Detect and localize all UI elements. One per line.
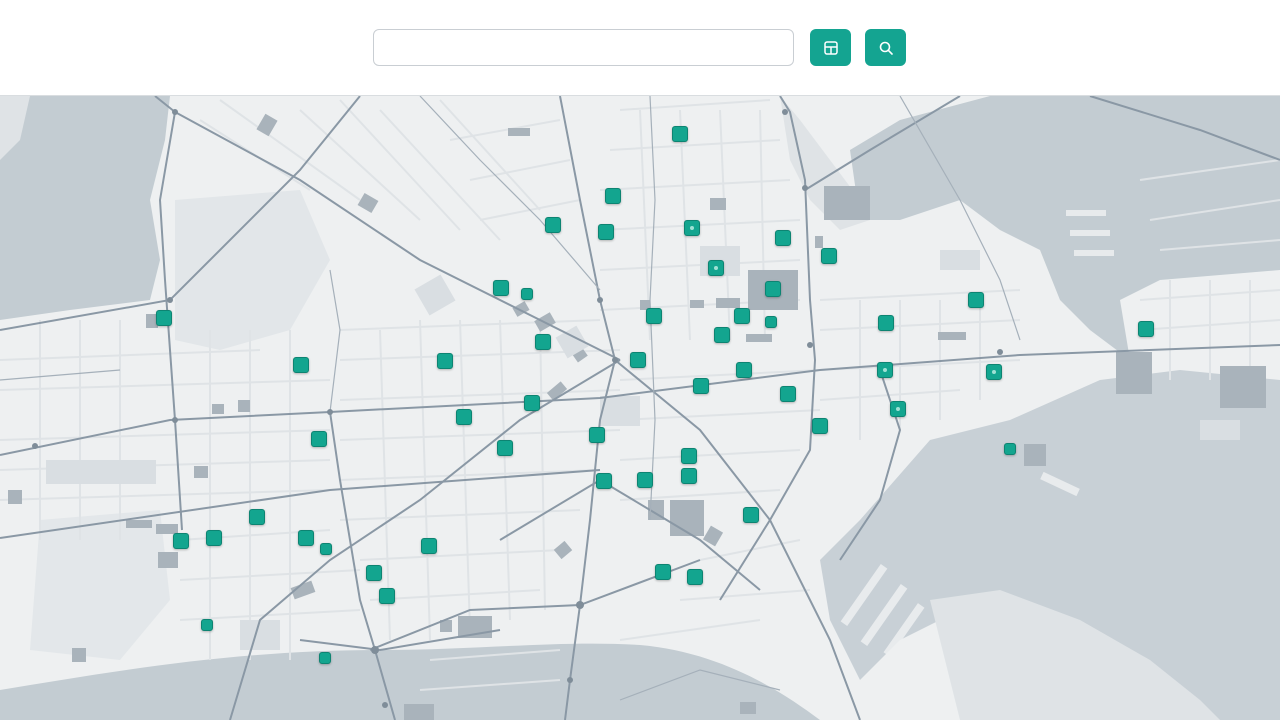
map-marker[interactable] — [598, 224, 614, 240]
map-marker[interactable] — [672, 126, 688, 142]
map-marker[interactable] — [206, 530, 222, 546]
map-marker[interactable] — [878, 315, 894, 331]
map-marker[interactable] — [497, 440, 513, 456]
layers-grid-icon — [823, 40, 839, 56]
map-marker[interactable] — [589, 427, 605, 443]
magnifier-icon — [878, 40, 894, 56]
map-marker[interactable] — [298, 530, 314, 546]
map-marker[interactable] — [646, 308, 662, 324]
map-marker[interactable] — [493, 280, 509, 296]
map-marker[interactable] — [890, 401, 906, 417]
map-marker[interactable] — [535, 334, 551, 350]
map-marker[interactable] — [605, 188, 621, 204]
map-marker[interactable] — [637, 472, 653, 488]
map-marker[interactable] — [765, 316, 777, 328]
map-marker[interactable] — [311, 431, 327, 447]
map-marker[interactable] — [524, 395, 540, 411]
map-marker[interactable] — [684, 220, 700, 236]
map-marker[interactable] — [681, 448, 697, 464]
map-marker[interactable] — [986, 364, 1002, 380]
map-marker[interactable] — [545, 217, 561, 233]
map-marker[interactable] — [714, 327, 730, 343]
map-marker[interactable] — [293, 357, 309, 373]
search-input[interactable] — [373, 29, 794, 66]
map-marker[interactable] — [521, 288, 533, 300]
map-marker[interactable] — [765, 281, 781, 297]
map-marker[interactable] — [812, 418, 828, 434]
map-marker[interactable] — [821, 248, 837, 264]
map-marker[interactable] — [775, 230, 791, 246]
map-marker[interactable] — [320, 543, 332, 555]
map-marker[interactable] — [968, 292, 984, 308]
map-marker[interactable] — [456, 409, 472, 425]
map-marker[interactable] — [655, 564, 671, 580]
map-marker[interactable] — [173, 533, 189, 549]
map-marker[interactable] — [421, 538, 437, 554]
map-marker[interactable] — [780, 386, 796, 402]
map-marker[interactable] — [734, 308, 750, 324]
map-marker[interactable] — [1138, 321, 1154, 337]
map-marker[interactable] — [736, 362, 752, 378]
layers-button[interactable] — [810, 29, 851, 66]
search-button[interactable] — [865, 29, 906, 66]
map-marker[interactable] — [693, 378, 709, 394]
map-marker[interactable] — [630, 352, 646, 368]
map-marker[interactable] — [366, 565, 382, 581]
map-marker[interactable] — [681, 468, 697, 484]
top-toolbar — [0, 0, 1280, 96]
map-marker[interactable] — [1004, 443, 1016, 455]
map-view[interactable] — [0, 96, 1280, 720]
map-marker[interactable] — [437, 353, 453, 369]
map-marker[interactable] — [379, 588, 395, 604]
map-marker[interactable] — [201, 619, 213, 631]
map-marker[interactable] — [687, 569, 703, 585]
map-marker[interactable] — [596, 473, 612, 489]
map-marker[interactable] — [156, 310, 172, 326]
map-base — [0, 96, 1280, 720]
water-west — [0, 96, 170, 320]
map-marker[interactable] — [249, 509, 265, 525]
map-marker[interactable] — [743, 507, 759, 523]
map-marker[interactable] — [708, 260, 724, 276]
map-marker[interactable] — [877, 362, 893, 378]
map-marker[interactable] — [319, 652, 331, 664]
